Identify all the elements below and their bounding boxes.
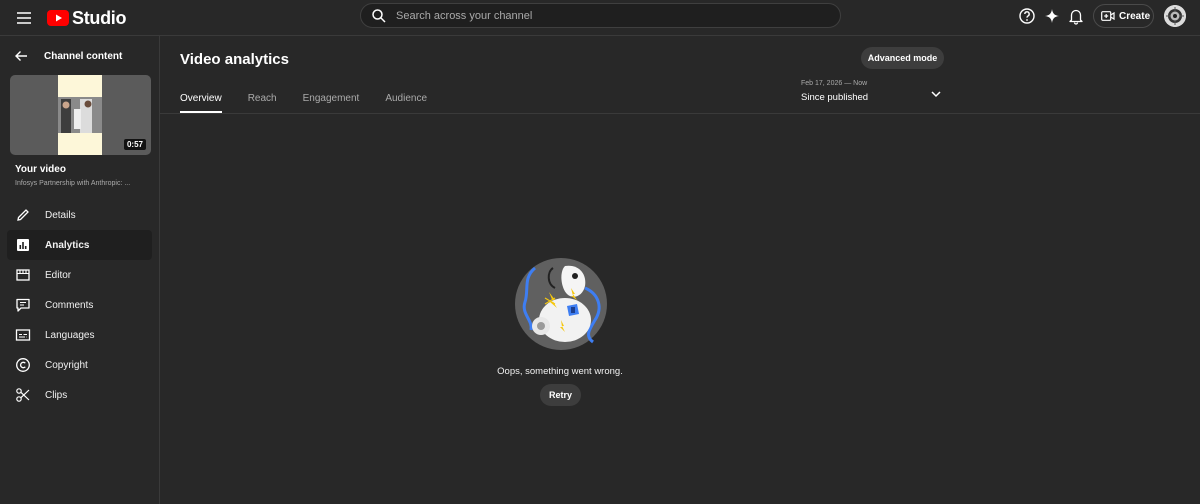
sidebar-item-label: Comments xyxy=(45,299,94,311)
subtitles-icon xyxy=(15,327,31,343)
sparkle-icon[interactable] xyxy=(1043,7,1061,25)
page-title: Video analytics xyxy=(180,51,289,68)
create-button[interactable]: Create xyxy=(1093,4,1154,28)
retry-button[interactable]: Retry xyxy=(540,384,581,406)
analytics-icon xyxy=(15,237,31,253)
sidebar-item-comments[interactable]: Comments xyxy=(7,290,152,320)
youtube-logo-icon xyxy=(47,10,69,26)
arrow-back-icon xyxy=(15,51,27,61)
sidebar-item-label: Analytics xyxy=(45,239,90,251)
tab-engagement[interactable]: Engagement xyxy=(303,93,360,114)
sidebar-item-editor[interactable]: Editor xyxy=(7,260,152,290)
sidebar-item-copyright[interactable]: Copyright xyxy=(7,350,152,380)
error-message: Oops, something went wrong. xyxy=(497,366,623,377)
sidebar-item-details[interactable]: Details xyxy=(7,200,152,230)
thumbnail-frame xyxy=(58,75,102,155)
back-label: Channel content xyxy=(44,50,123,62)
date-range-label: Since published xyxy=(801,92,869,103)
create-label: Create xyxy=(1119,10,1151,22)
copyright-icon xyxy=(15,357,31,373)
sidebar-item-label: Editor xyxy=(45,269,72,281)
date-range-selector[interactable]: Feb 17, 2026 — Now Since published xyxy=(801,80,946,106)
bell-icon[interactable] xyxy=(1067,7,1085,25)
top-bar: Studio Create xyxy=(0,0,1200,36)
studio-logo[interactable]: Studio xyxy=(47,5,126,31)
sidebar-item-clips[interactable]: Clips xyxy=(7,380,152,410)
menu-icon[interactable] xyxy=(14,8,34,28)
your-video-heading: Your video xyxy=(15,164,66,175)
search-input[interactable] xyxy=(396,9,816,22)
chevron-down-icon xyxy=(931,91,941,98)
video-title: Infosys Partnership with Anthropic: ... xyxy=(15,180,131,187)
tab-reach[interactable]: Reach xyxy=(248,93,277,114)
duration-badge: 0:57 xyxy=(123,139,146,150)
analytics-tabs: Overview Reach Engagement Audience xyxy=(180,93,453,114)
sidebar-item-languages[interactable]: Languages xyxy=(7,320,152,350)
tabs-divider xyxy=(160,113,1200,114)
scissors-icon xyxy=(15,387,31,403)
logo-text: Studio xyxy=(72,7,127,28)
tab-audience[interactable]: Audience xyxy=(385,93,427,114)
sidebar-item-label: Languages xyxy=(45,329,95,341)
help-icon[interactable] xyxy=(1018,7,1036,25)
sidebar-nav: Details Analytics Editor Comments Langua… xyxy=(7,200,152,410)
sidebar-item-label: Clips xyxy=(45,389,68,401)
error-illustration xyxy=(515,258,607,350)
search-bar[interactable] xyxy=(360,3,841,28)
search-icon xyxy=(372,8,386,23)
sidebar-item-label: Copyright xyxy=(45,359,88,371)
advanced-mode-button[interactable]: Advanced mode xyxy=(861,47,944,69)
back-to-channel-content[interactable]: Channel content xyxy=(14,47,122,65)
create-video-icon xyxy=(1101,11,1115,21)
sidebar: Channel content 0:57 Your video Infosys … xyxy=(0,36,160,504)
video-thumbnail[interactable]: 0:57 xyxy=(10,75,151,155)
sidebar-item-label: Details xyxy=(45,209,76,221)
editor-icon xyxy=(15,267,31,283)
pencil-icon xyxy=(15,207,31,223)
comments-icon xyxy=(15,297,31,313)
tab-overview[interactable]: Overview xyxy=(180,93,222,114)
avatar[interactable] xyxy=(1164,5,1186,27)
date-range-text: Feb 17, 2026 — Now xyxy=(801,80,868,87)
sidebar-item-analytics[interactable]: Analytics xyxy=(7,230,152,260)
